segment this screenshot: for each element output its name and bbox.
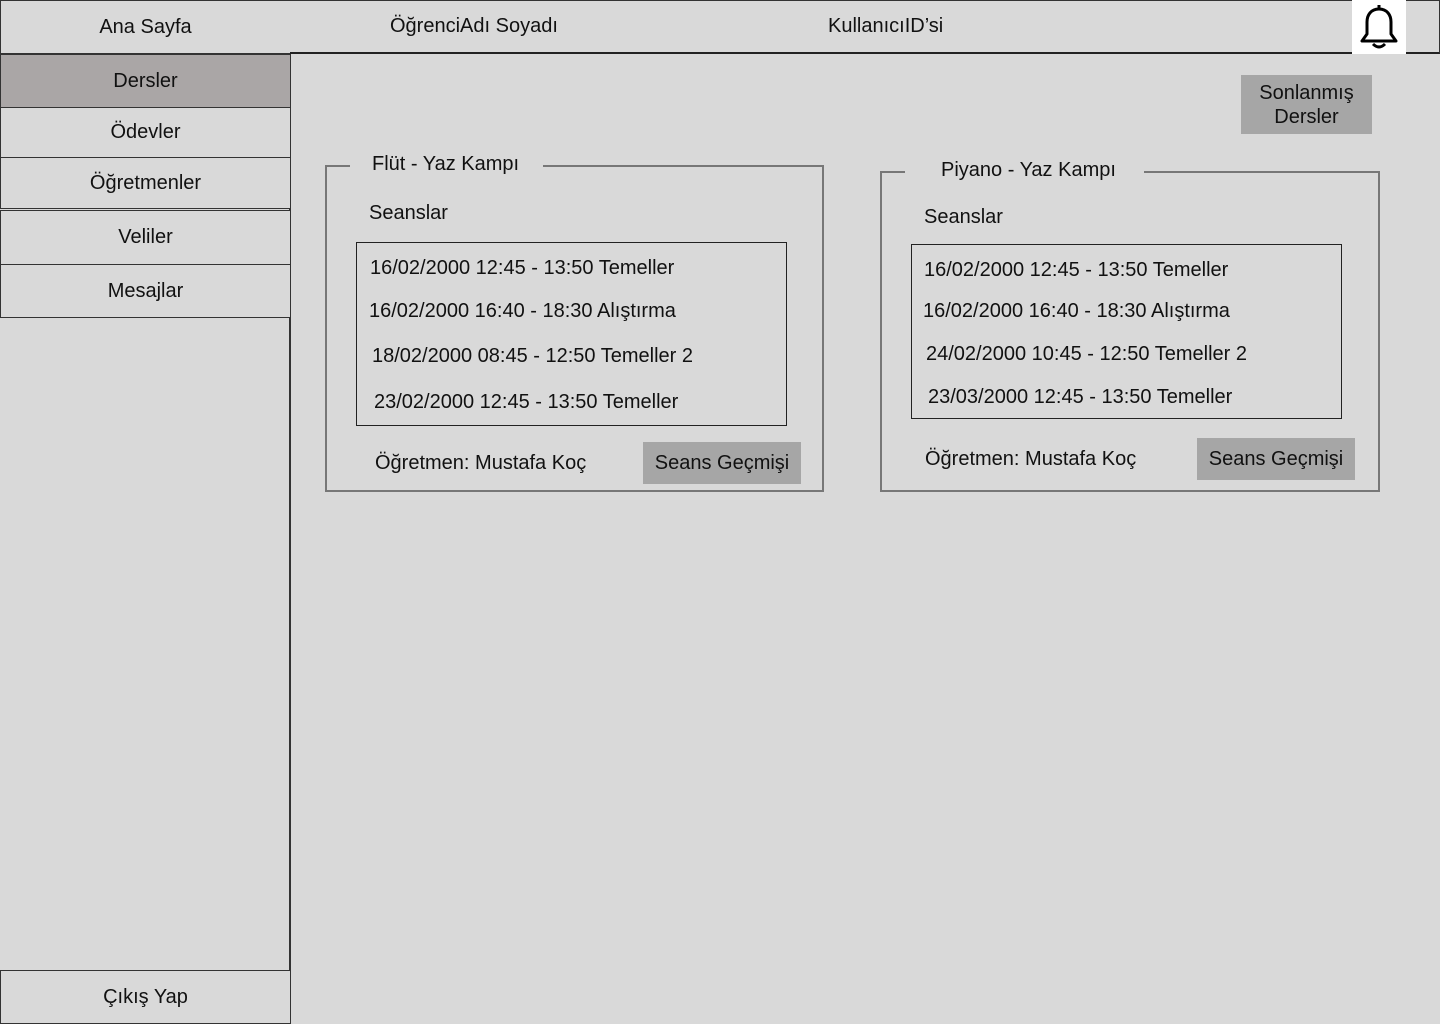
- session-item[interactable]: 16/02/2000 16:40 - 18:30 Alıştırma: [369, 300, 676, 323]
- teacher-label: Öğretmen: Mustafa Koç: [925, 448, 1137, 470]
- session-item[interactable]: 23/03/2000 12:45 - 13:50 Temeller: [928, 386, 1232, 409]
- finished-courses-button[interactable]: Sonlanmış Dersler: [1241, 75, 1372, 134]
- session-item[interactable]: 16/02/2000 16:40 - 18:30 Alıştırma: [923, 300, 1230, 323]
- session-item[interactable]: 16/02/2000 12:45 - 13:50 Temeller: [924, 259, 1228, 282]
- sessions-label: Seanslar: [369, 202, 448, 224]
- course-title: Flüt - Yaz Kampı: [350, 153, 544, 176]
- notification-button[interactable]: [1352, 0, 1406, 54]
- course-title: Piyano - Yaz Kampı: [905, 159, 1144, 182]
- sessions-label: Seanslar: [924, 206, 1003, 228]
- session-item[interactable]: 23/02/2000 12:45 - 13:50 Temeller: [374, 391, 678, 414]
- teacher-label: Öğretmen: Mustafa Koç: [375, 452, 587, 474]
- sidebar-item-teachers[interactable]: Öğretmenler: [0, 157, 291, 209]
- sidebar-item-messages[interactable]: Mesajlar: [0, 264, 291, 318]
- sidebar-item-parents[interactable]: Veliler: [0, 210, 291, 265]
- logout-button[interactable]: Çıkış Yap: [0, 970, 291, 1024]
- user-id: KullanıcıID’si: [828, 15, 944, 37]
- sidebar-item-homework[interactable]: Ödevler: [0, 107, 291, 158]
- session-history-button[interactable]: Seans Geçmişi: [643, 442, 801, 484]
- top-header: ÖğrenciAdı Soyadı KullanıcıID’si: [290, 0, 1440, 54]
- bell-icon: [1360, 5, 1398, 49]
- sidebar-item-lessons[interactable]: Dersler: [0, 54, 291, 108]
- session-history-button[interactable]: Seans Geçmişi: [1197, 438, 1355, 480]
- session-item[interactable]: 18/02/2000 08:45 - 12:50 Temeller 2: [372, 345, 693, 368]
- session-item[interactable]: 24/02/2000 10:45 - 12:50 Temeller 2: [926, 343, 1247, 366]
- session-item[interactable]: 16/02/2000 12:45 - 13:50 Temeller: [370, 257, 674, 280]
- student-name: ÖğrenciAdı Soyadı: [390, 15, 558, 37]
- home-button[interactable]: Ana Sayfa: [0, 0, 291, 54]
